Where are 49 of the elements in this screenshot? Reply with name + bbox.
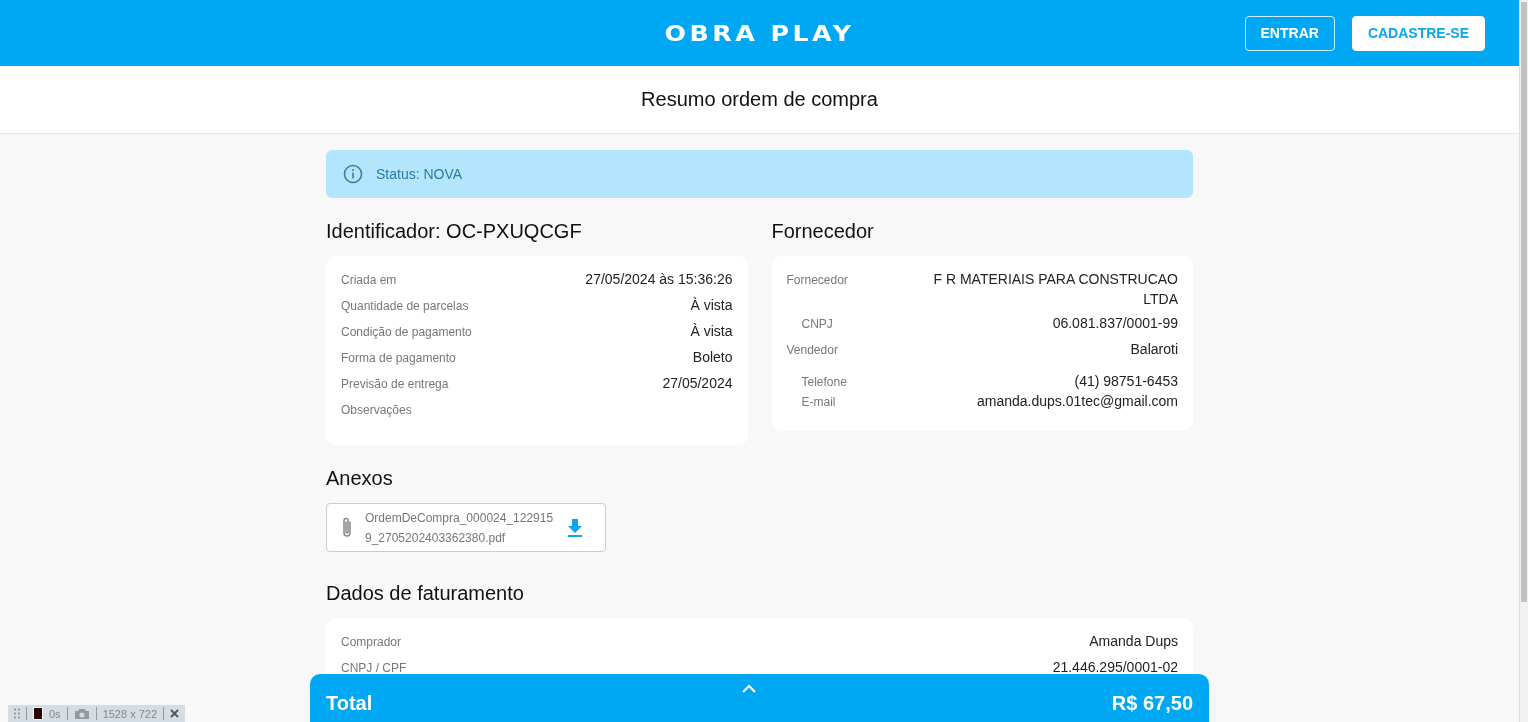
field-label: Fornecedor — [786, 272, 848, 289]
chevron-up-icon[interactable] — [741, 684, 757, 694]
field-label: Criada em — [341, 272, 397, 289]
timer-text: 0s — [49, 707, 61, 720]
field-value: 06.081.837/0001-99 — [1052, 314, 1178, 333]
logo[interactable]: OBRA PLAY — [664, 20, 855, 46]
field-label: Vendedor — [786, 342, 838, 359]
close-icon[interactable] — [170, 709, 180, 718]
field-value: 27/05/2024 às 15:36:26 — [585, 270, 733, 289]
paperclip-icon — [341, 515, 353, 540]
download-icon[interactable] — [567, 517, 583, 538]
file-name: OrdemDeCompra_000024_1229159_2705202403362380.pdf — [365, 509, 555, 547]
drag-handle-icon[interactable] — [14, 708, 20, 719]
camera-icon[interactable] — [73, 707, 90, 720]
field-value: 21.446.295/0001-02 — [1052, 658, 1178, 677]
total-value: R$ 67,50 — [1111, 691, 1193, 715]
field-label: Previsão de entrega — [341, 376, 449, 393]
login-button[interactable]: ENTRAR — [1244, 15, 1335, 51]
field-label: E-mail — [800, 394, 836, 411]
field-value: F R MATERIAIS PARA CONSTRUCAO LTDA — [932, 270, 1178, 309]
field-label: Comprador — [341, 634, 402, 651]
field-value: amanda.dups.01tec@gmail.com — [977, 392, 1178, 411]
field-label: CNPJ — [800, 316, 833, 333]
status-text: Status: NOVA — [376, 166, 463, 182]
field-label: Condição de pagamento — [341, 324, 472, 341]
signup-button[interactable]: CADASTRE-SE — [1351, 15, 1485, 51]
section-title: Anexos — [326, 466, 394, 491]
size-text: 1528 x 722 — [102, 707, 158, 720]
field-value: À vista — [690, 296, 733, 315]
field-label: Observações — [341, 402, 412, 419]
info-icon — [343, 164, 363, 184]
section-title: Identificador: OC-PXUQCGF — [326, 219, 583, 244]
field-label: Quantidade de parcelas — [341, 298, 469, 315]
field-value: Amanda Dups — [1089, 632, 1178, 651]
field-label: Telefone — [800, 374, 847, 391]
page-title: Resumo ordem de compra — [641, 88, 878, 111]
section-title: Fornecedor — [771, 219, 875, 244]
total-label: Total — [326, 691, 373, 715]
field-value: 27/05/2024 — [662, 374, 733, 393]
field-value: À vista — [690, 322, 733, 341]
record-swatch-icon[interactable] — [33, 707, 43, 720]
section-title: Dados de faturamento — [326, 581, 525, 606]
field-value: (41) 98751-6453 — [1074, 372, 1178, 391]
field-label: Forma de pagamento — [341, 350, 456, 367]
field-value: Balaroti — [1130, 340, 1178, 359]
attachment-item[interactable]: OrdemDeCompra_000024_1229159_2705202403362380.pdf — [326, 503, 606, 552]
field-value: Boleto — [692, 348, 733, 367]
field-label: CNPJ / CPF — [341, 660, 407, 677]
scrollbar[interactable] — [1519, 0, 1528, 722]
